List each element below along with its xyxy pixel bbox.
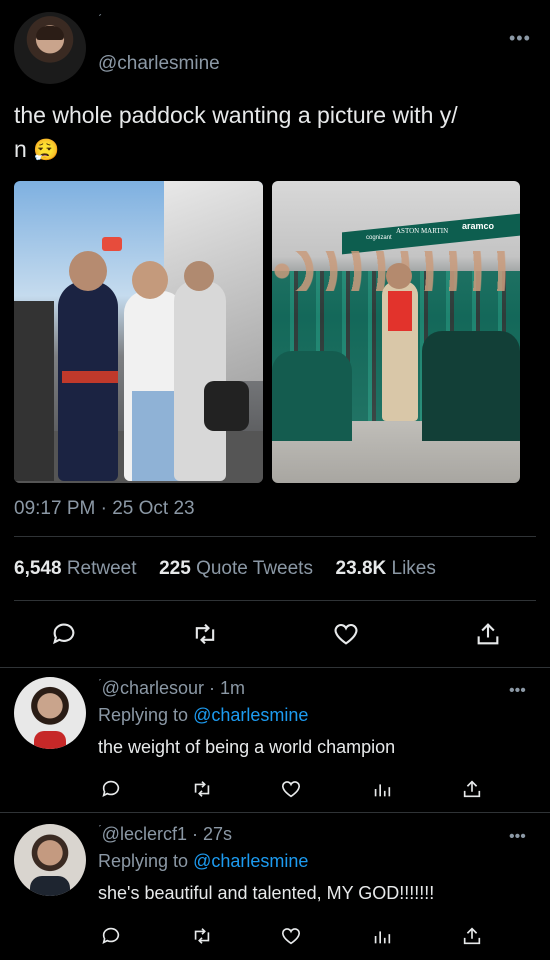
reply-icon[interactable] xyxy=(50,620,78,648)
photo2-sponsor2: cognizant xyxy=(366,235,392,241)
share-icon[interactable] xyxy=(461,778,483,800)
divider xyxy=(0,667,550,668)
retweets-count: 6,548 xyxy=(14,558,62,579)
main-handle[interactable]: @charlesmine xyxy=(98,53,220,75)
reply-text: she's beautiful and talented, MY GOD!!!!… xyxy=(98,883,435,903)
tweet-emoji: 😮‍💨 xyxy=(33,139,60,162)
replying-to-link[interactable]: @charlesmine xyxy=(193,705,308,725)
replying-to-line: Replying to @charlesmine xyxy=(98,851,308,872)
reply-handle[interactable]: @leclercf1 xyxy=(102,824,187,844)
retweet-icon[interactable] xyxy=(190,925,214,947)
reply-time: 1m xyxy=(220,678,246,698)
divider xyxy=(14,600,536,601)
reply-icon[interactable] xyxy=(100,925,122,947)
likes-label: Likes xyxy=(391,558,436,579)
replying-label: Replying to xyxy=(98,705,189,725)
header-mark: ˊ xyxy=(98,12,102,26)
photo2-banner: ASTON MARTIN xyxy=(396,227,449,235)
analytics-icon[interactable] xyxy=(371,778,393,800)
retweet-icon[interactable] xyxy=(190,778,214,800)
tweet-text-line1: the whole paddock wanting a picture with… xyxy=(14,102,458,128)
quotes-label: Quote Tweets xyxy=(196,558,313,579)
like-icon[interactable] xyxy=(280,778,302,800)
retweet-icon[interactable] xyxy=(190,620,220,648)
reply-time: 27s xyxy=(202,824,233,844)
reply-text: the weight of being a world champion xyxy=(98,737,396,757)
replying-to-link[interactable]: @charlesmine xyxy=(193,851,308,871)
replying-label: Replying to xyxy=(98,851,189,871)
share-icon[interactable] xyxy=(474,620,502,648)
reply-header: ˊ@leclercf1 · 27s xyxy=(98,824,233,844)
tweet-text: the whole paddock wanting a picture with… xyxy=(14,98,544,168)
quotes-stat[interactable]: 225 Quote Tweets xyxy=(159,558,313,579)
likes-stat[interactable]: 23.8K Likes xyxy=(336,558,436,579)
replying-to-line: Replying to @charlesmine xyxy=(98,705,308,726)
like-icon[interactable] xyxy=(332,620,360,648)
reply-avatar[interactable] xyxy=(14,824,86,896)
tweet-photo-2[interactable]: ASTON MARTIN aramco cognizant xyxy=(272,181,520,483)
likes-count: 23.8K xyxy=(335,558,387,579)
stats-row: 6,548 Retweet 225 Quote Tweets 23.8K Lik… xyxy=(14,558,436,580)
retweets-label: Retweet xyxy=(66,558,137,579)
main-avatar[interactable] xyxy=(14,12,86,84)
more-icon[interactable]: ••• xyxy=(509,28,531,49)
more-icon[interactable]: ••• xyxy=(509,828,526,846)
tweet-text-line2: n xyxy=(14,136,27,162)
divider xyxy=(14,536,536,537)
divider xyxy=(0,812,550,813)
retweets-stat[interactable]: 6,548 Retweet xyxy=(14,558,137,579)
reply-avatar[interactable] xyxy=(14,677,86,749)
share-icon[interactable] xyxy=(461,925,483,947)
quotes-count: 225 xyxy=(159,558,191,579)
like-icon[interactable] xyxy=(280,925,302,947)
reply-header: ˊ@charlesour · 1m xyxy=(98,678,246,698)
reply-icon[interactable] xyxy=(100,778,122,800)
tweet-photo-1[interactable] xyxy=(14,181,263,483)
analytics-icon[interactable] xyxy=(371,925,393,947)
more-icon[interactable]: ••• xyxy=(509,682,526,700)
reply-handle[interactable]: @charlesour xyxy=(102,678,204,698)
tweet-timestamp[interactable]: 09:17 PM · 25 Oct 23 xyxy=(14,498,195,520)
photo2-sponsor: aramco xyxy=(462,221,495,231)
